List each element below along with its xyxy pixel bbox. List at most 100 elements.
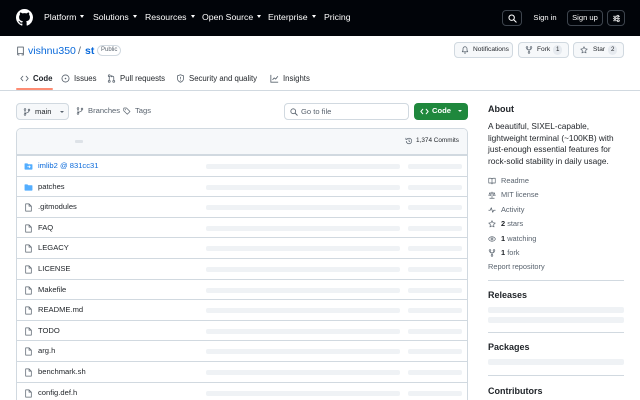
graph-icon <box>270 74 279 83</box>
commit-message-placeholder <box>206 246 400 252</box>
chevron-down-icon <box>80 15 85 18</box>
sidebar-divider <box>488 332 624 333</box>
file-list: 1,374 Commits imlib2 @ 831cc31 patches .gi… <box>16 128 468 400</box>
tab-issues[interactable]: Issues <box>61 73 97 87</box>
sign-in-link[interactable]: Sign in <box>528 10 562 26</box>
chevron-down-icon <box>132 15 137 18</box>
file-row[interactable]: patches <box>17 175 467 197</box>
star-label: Star <box>593 46 606 53</box>
loading-placeholder <box>488 359 624 365</box>
tab-security[interactable]: Security and quality <box>176 73 260 87</box>
loading-placeholder <box>488 307 624 313</box>
file-name[interactable]: benchmark.sh <box>38 367 86 377</box>
chevron-down-icon <box>60 111 64 113</box>
file-row[interactable]: Makefile <box>17 278 467 300</box>
nav-platform[interactable]: Platform <box>44 12 85 23</box>
commit-date-placeholder <box>408 349 462 355</box>
file-row[interactable]: FAQ <box>17 216 467 238</box>
git-branch-icon <box>76 107 84 115</box>
tab-pull-requests[interactable]: Pull requests <box>107 73 165 87</box>
chevron-down-icon <box>190 15 195 18</box>
commit-date-placeholder <box>408 267 462 272</box>
star-button[interactable]: Star 2 <box>573 42 624 58</box>
about-description: A beautiful, SIXEL-capable, lightweight … <box>488 121 614 166</box>
file-name[interactable]: TODO <box>38 326 60 336</box>
packages-heading[interactable]: Packages <box>488 342 530 353</box>
commit-message-placeholder <box>206 328 400 334</box>
file-name[interactable]: FAQ <box>38 223 53 233</box>
commit-message-placeholder <box>206 225 400 231</box>
nav-open-source[interactable]: Open Source <box>202 12 262 23</box>
file-name[interactable]: Makefile <box>38 285 66 295</box>
file-row[interactable]: .gitmodules <box>17 196 467 217</box>
file-row[interactable]: README.md <box>17 299 467 320</box>
file-name[interactable]: arg.h <box>38 346 55 356</box>
chevron-down-icon <box>257 15 262 18</box>
chevron-down-icon <box>458 110 462 112</box>
tab-code[interactable]: Code <box>20 73 53 87</box>
file-icon <box>25 306 32 315</box>
file-row[interactable]: TODO <box>17 319 467 341</box>
activity-label: Activity <box>501 205 525 214</box>
file-icon <box>25 347 32 356</box>
watching-count: 1 <box>501 234 506 243</box>
commit-date-placeholder <box>408 370 462 375</box>
file-name[interactable]: LICENSE <box>38 264 71 274</box>
file-icon <box>25 203 32 212</box>
report-repository-link[interactable]: Report repository <box>488 262 545 272</box>
chevron-down-icon <box>311 15 316 18</box>
commit-message-placeholder <box>206 308 400 314</box>
commit-date-placeholder <box>408 205 462 211</box>
contributors-heading[interactable]: Contributors <box>488 386 543 397</box>
fork-button[interactable]: Fork 1 <box>518 42 569 58</box>
search-button[interactable] <box>502 10 522 26</box>
forks-label: fork <box>507 248 520 257</box>
license-label: MIT license <box>501 190 539 199</box>
file-row[interactable]: benchmark.sh <box>17 361 467 382</box>
commit-date-placeholder <box>408 164 462 169</box>
file-icon <box>25 368 32 377</box>
commit-message-placeholder <box>206 184 400 190</box>
nav-resources[interactable]: Resources <box>145 12 195 23</box>
repo-owner-link[interactable]: vishnu350 <box>28 45 76 57</box>
nav-enterprise[interactable]: Enterprise <box>268 12 316 23</box>
file-row[interactable]: imlib2 @ 831cc31 <box>17 155 467 176</box>
file-row[interactable]: config.def.h <box>17 381 467 400</box>
commit-date-placeholder <box>408 328 462 334</box>
github-logo-icon[interactable] <box>16 9 33 26</box>
settings-button[interactable] <box>607 10 625 26</box>
loading-placeholder <box>75 140 83 143</box>
file-icon <box>25 265 32 274</box>
git-branch-icon <box>23 108 31 116</box>
file-name[interactable]: patches <box>38 182 65 192</box>
file-icon <box>25 389 32 398</box>
star-count: 2 <box>608 45 618 55</box>
tab-insights[interactable]: Insights <box>270 73 312 87</box>
tab-code-label: Code <box>33 74 53 83</box>
branch-name: main <box>35 107 52 116</box>
file-name[interactable]: .gitmodules <box>38 202 77 212</box>
code-button-label: Code <box>432 106 451 115</box>
file-row[interactable]: LEGACY <box>17 237 467 258</box>
file-row[interactable]: arg.h <box>17 340 467 361</box>
sign-up-button[interactable]: Sign up <box>567 10 603 26</box>
file-name[interactable]: LEGACY <box>38 243 69 253</box>
repo-icon <box>17 46 24 56</box>
releases-heading[interactable]: Releases <box>488 290 527 301</box>
branch-selector[interactable]: main <box>16 103 69 120</box>
commit-message-placeholder <box>206 349 400 355</box>
file-name[interactable]: imlib2 @ 831cc31 <box>38 161 98 171</box>
commit-message-placeholder <box>206 205 400 211</box>
nav-solutions[interactable]: Solutions <box>93 12 137 23</box>
code-dropdown-button[interactable]: Code <box>414 103 468 120</box>
nav-pricing[interactable]: Pricing <box>324 12 351 23</box>
file-name[interactable]: config.def.h <box>38 388 77 398</box>
notifications-button[interactable]: Notifications <box>454 42 513 58</box>
sliders-icon <box>612 14 620 23</box>
repo-path-separator: / <box>78 45 81 57</box>
repo-name-link[interactable]: st <box>85 45 94 57</box>
commit-message-placeholder <box>206 164 400 169</box>
go-to-file-input[interactable]: Go to file <box>284 103 409 120</box>
file-row[interactable]: LICENSE <box>17 258 467 279</box>
file-name[interactable]: README.md <box>38 305 83 315</box>
